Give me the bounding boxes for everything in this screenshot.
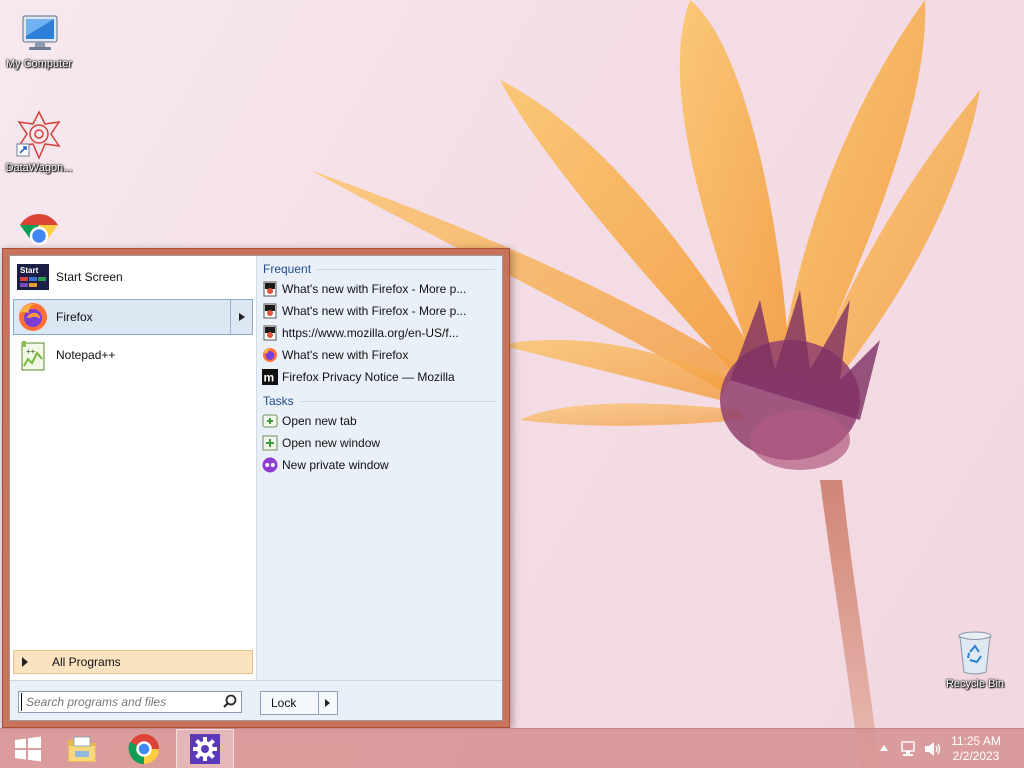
desktop-icon-recycle-bin[interactable]: Recycle Bin xyxy=(935,630,1015,691)
clock-time: 11:25 AM xyxy=(951,734,1001,748)
task-open-new-tab[interactable]: Open new tab xyxy=(262,410,498,432)
start-menu-programs-pane: Start Start Screen Firefox ++ Notepad++ … xyxy=(10,256,256,680)
jumplist-item[interactable]: m Firefox Privacy Notice — Mozilla xyxy=(262,366,498,388)
desktop-icon-label: Recycle Bin xyxy=(945,678,1005,690)
program-label: Firefox xyxy=(56,310,93,324)
lock-options-arrow[interactable] xyxy=(317,692,337,714)
program-notepadpp[interactable]: ++ Notepad++ xyxy=(13,337,253,373)
show-hidden-icons-arrow-icon[interactable] xyxy=(880,745,888,751)
network-icon[interactable] xyxy=(900,741,918,757)
svg-text:m: m xyxy=(264,371,275,385)
new-window-icon xyxy=(262,435,278,451)
mozilla-page-icon xyxy=(262,325,278,341)
firefox-jumplist-arrow[interactable] xyxy=(230,300,252,334)
jumplist-item[interactable]: What's new with Firefox - More p... xyxy=(262,300,498,322)
gear-icon xyxy=(190,734,220,764)
desktop-icon-label: My Computer xyxy=(5,58,73,70)
svg-text:Start: Start xyxy=(20,266,39,275)
jumplist-item[interactable]: What's new with Firefox xyxy=(262,344,498,366)
mozilla-m-icon: m xyxy=(262,369,278,385)
taskbar-settings[interactable] xyxy=(176,729,234,768)
triangle-right-icon xyxy=(22,657,28,667)
start-screen-icon: Start xyxy=(16,261,50,293)
computer-icon xyxy=(22,15,58,50)
mozilla-page-icon xyxy=(262,281,278,297)
chrome-icon xyxy=(128,734,159,764)
recycle-bin-icon xyxy=(958,631,992,675)
taskbar-file-explorer[interactable] xyxy=(54,729,110,768)
windows-logo-icon xyxy=(15,736,41,762)
firefox-icon xyxy=(16,301,50,333)
taskbar: 11:25 AM 2/2/2023 xyxy=(0,728,1024,768)
chevron-right-icon xyxy=(325,699,331,707)
frequent-header: Frequent xyxy=(263,262,495,276)
start-button[interactable] xyxy=(0,729,56,768)
desktop-icon-my-computer[interactable]: My Computer xyxy=(0,8,79,71)
volume-icon[interactable] xyxy=(924,741,942,757)
search-icon[interactable] xyxy=(219,693,241,711)
program-start-screen[interactable]: Start Start Screen xyxy=(13,259,253,295)
all-programs-button[interactable]: All Programs xyxy=(13,650,253,674)
start-menu-bottom-bar: Lock xyxy=(10,680,502,720)
private-window-icon xyxy=(262,457,278,473)
firefox-icon xyxy=(262,347,278,363)
search-input[interactable] xyxy=(21,693,219,711)
task-new-private-window[interactable]: New private window xyxy=(262,454,498,476)
search-box[interactable] xyxy=(18,691,242,713)
program-label: Notepad++ xyxy=(56,348,116,362)
start-menu-body: Start Start Screen Firefox ++ Notepad++ … xyxy=(9,255,503,721)
clock[interactable]: 11:25 AM 2/2/2023 xyxy=(946,734,1006,764)
mozilla-page-icon xyxy=(262,303,278,319)
notepadpp-icon: ++ xyxy=(16,339,50,371)
desktop-icon-datawagon[interactable]: DataWagon... xyxy=(0,110,79,175)
desktop-icon-label: DataWagon... xyxy=(5,162,73,174)
jumplist-item[interactable]: https://www.mozilla.org/en-US/f... xyxy=(262,322,498,344)
new-tab-icon xyxy=(262,413,278,429)
program-label: Start Screen xyxy=(56,270,123,284)
lock-button[interactable]: Lock xyxy=(260,691,338,715)
datawagon-icon xyxy=(16,110,61,160)
desktop-icon-chrome[interactable] xyxy=(0,212,79,250)
all-programs-label: All Programs xyxy=(52,655,121,669)
task-open-new-window[interactable]: Open new window xyxy=(262,432,498,454)
lock-label: Lock xyxy=(271,696,297,710)
taskbar-chrome[interactable] xyxy=(116,729,172,768)
jumplist-item[interactable]: What's new with Firefox - More p... xyxy=(262,278,498,300)
svg-text:++: ++ xyxy=(26,347,36,356)
program-firefox[interactable]: Firefox xyxy=(13,299,253,335)
folder-icon xyxy=(68,736,96,762)
clock-date: 2/2/2023 xyxy=(952,749,1000,763)
chrome-icon xyxy=(20,214,58,246)
start-menu: Start Start Screen Firefox ++ Notepad++ … xyxy=(2,248,510,728)
chevron-right-icon xyxy=(238,313,245,321)
tasks-header: Tasks xyxy=(263,394,495,408)
firefox-jumplist: Frequent What's new with Firefox - More … xyxy=(256,256,502,680)
system-tray: 11:25 AM 2/2/2023 xyxy=(864,729,1024,768)
